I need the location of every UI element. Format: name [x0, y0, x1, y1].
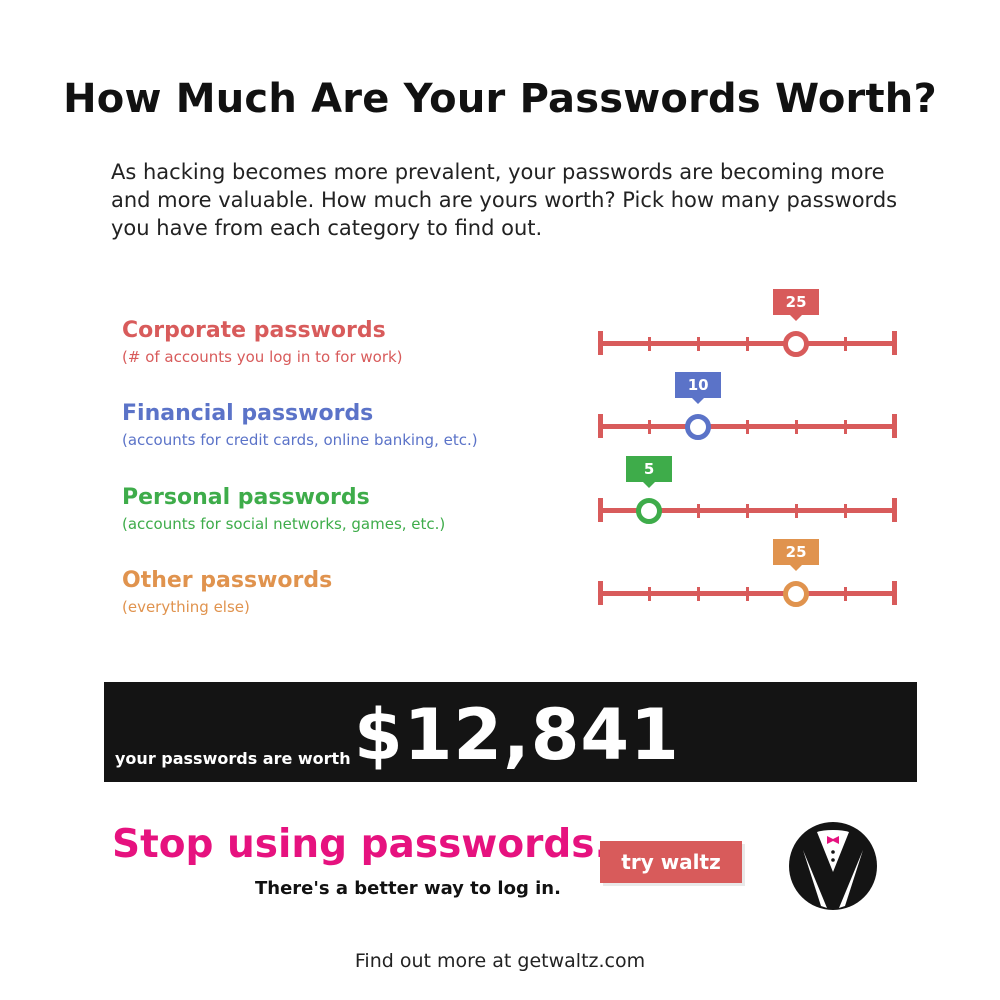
slider-tick: [843, 420, 847, 434]
footer-text: Find out more at getwaltz.com: [354, 950, 646, 972]
result-label: your passwords are worth: [115, 749, 351, 768]
slider-tick: [891, 498, 897, 522]
slider-tick: [696, 504, 700, 518]
slider-tick: [745, 337, 749, 351]
slider-tick: [696, 337, 700, 351]
category-subtitle: (accounts for social networks, games, et…: [122, 515, 446, 533]
category-title: Other passwords: [122, 568, 333, 593]
slider-value-bubble: 10: [675, 372, 722, 404]
slider-tick: [843, 504, 847, 518]
category-title: Personal passwords: [122, 485, 370, 510]
slider-tick: [597, 414, 603, 438]
category-row: Other passwords (everything else) 25: [0, 539, 1000, 648]
slider-tick: [647, 420, 651, 434]
page-title: How Much Are Your Passwords Worth?: [63, 76, 937, 122]
password-count-slider[interactable]: 10: [596, 372, 898, 446]
slider-tick: [891, 331, 897, 355]
category-subtitle: (# of accounts you log in to for work): [122, 348, 403, 366]
slider-tick: [891, 414, 897, 438]
category-title: Corporate passwords: [122, 318, 386, 343]
slider-tick: [597, 331, 603, 355]
slider-value-bubble: 5: [626, 456, 673, 488]
slider-tick: [891, 581, 897, 605]
password-count-slider[interactable]: 25: [596, 289, 898, 363]
slider-tick: [647, 337, 651, 351]
slider-handle[interactable]: [783, 331, 810, 357]
password-count-slider[interactable]: 5: [596, 456, 898, 530]
slider-tick: [794, 420, 798, 434]
slider-tick: [794, 504, 798, 518]
slider-tick: [843, 337, 847, 351]
category-subtitle: (everything else): [122, 598, 250, 616]
cta-headline: Stop using passwords.: [112, 822, 610, 867]
try-waltz-button[interactable]: try waltz: [600, 841, 742, 883]
tuxedo-icon: [789, 822, 877, 910]
category-title: Financial passwords: [122, 401, 374, 426]
slider-tick: [696, 587, 700, 601]
slider-tick: [745, 587, 749, 601]
slider-handle[interactable]: [685, 414, 712, 440]
category-subtitle: (accounts for credit cards, online banki…: [122, 431, 478, 449]
category-row: Financial passwords (accounts for credit …: [0, 372, 1000, 481]
slider-handle[interactable]: [783, 581, 810, 607]
slider-tick: [745, 504, 749, 518]
slider-tick: [647, 587, 651, 601]
result-panel: your passwords are worth $12,841: [104, 682, 917, 782]
password-count-slider[interactable]: 25: [596, 539, 898, 613]
result-amount: $12,841: [354, 694, 680, 776]
slider-value-bubble: 25: [773, 539, 820, 571]
slider-tick: [597, 581, 603, 605]
slider-tick: [597, 498, 603, 522]
slider-tick: [843, 587, 847, 601]
cta-subline: There's a better way to log in.: [255, 878, 561, 899]
intro-text: As hacking becomes more prevalent, your …: [111, 160, 898, 240]
slider-handle[interactable]: [636, 498, 663, 524]
slider-value-bubble: 25: [773, 289, 820, 321]
slider-tick: [745, 420, 749, 434]
